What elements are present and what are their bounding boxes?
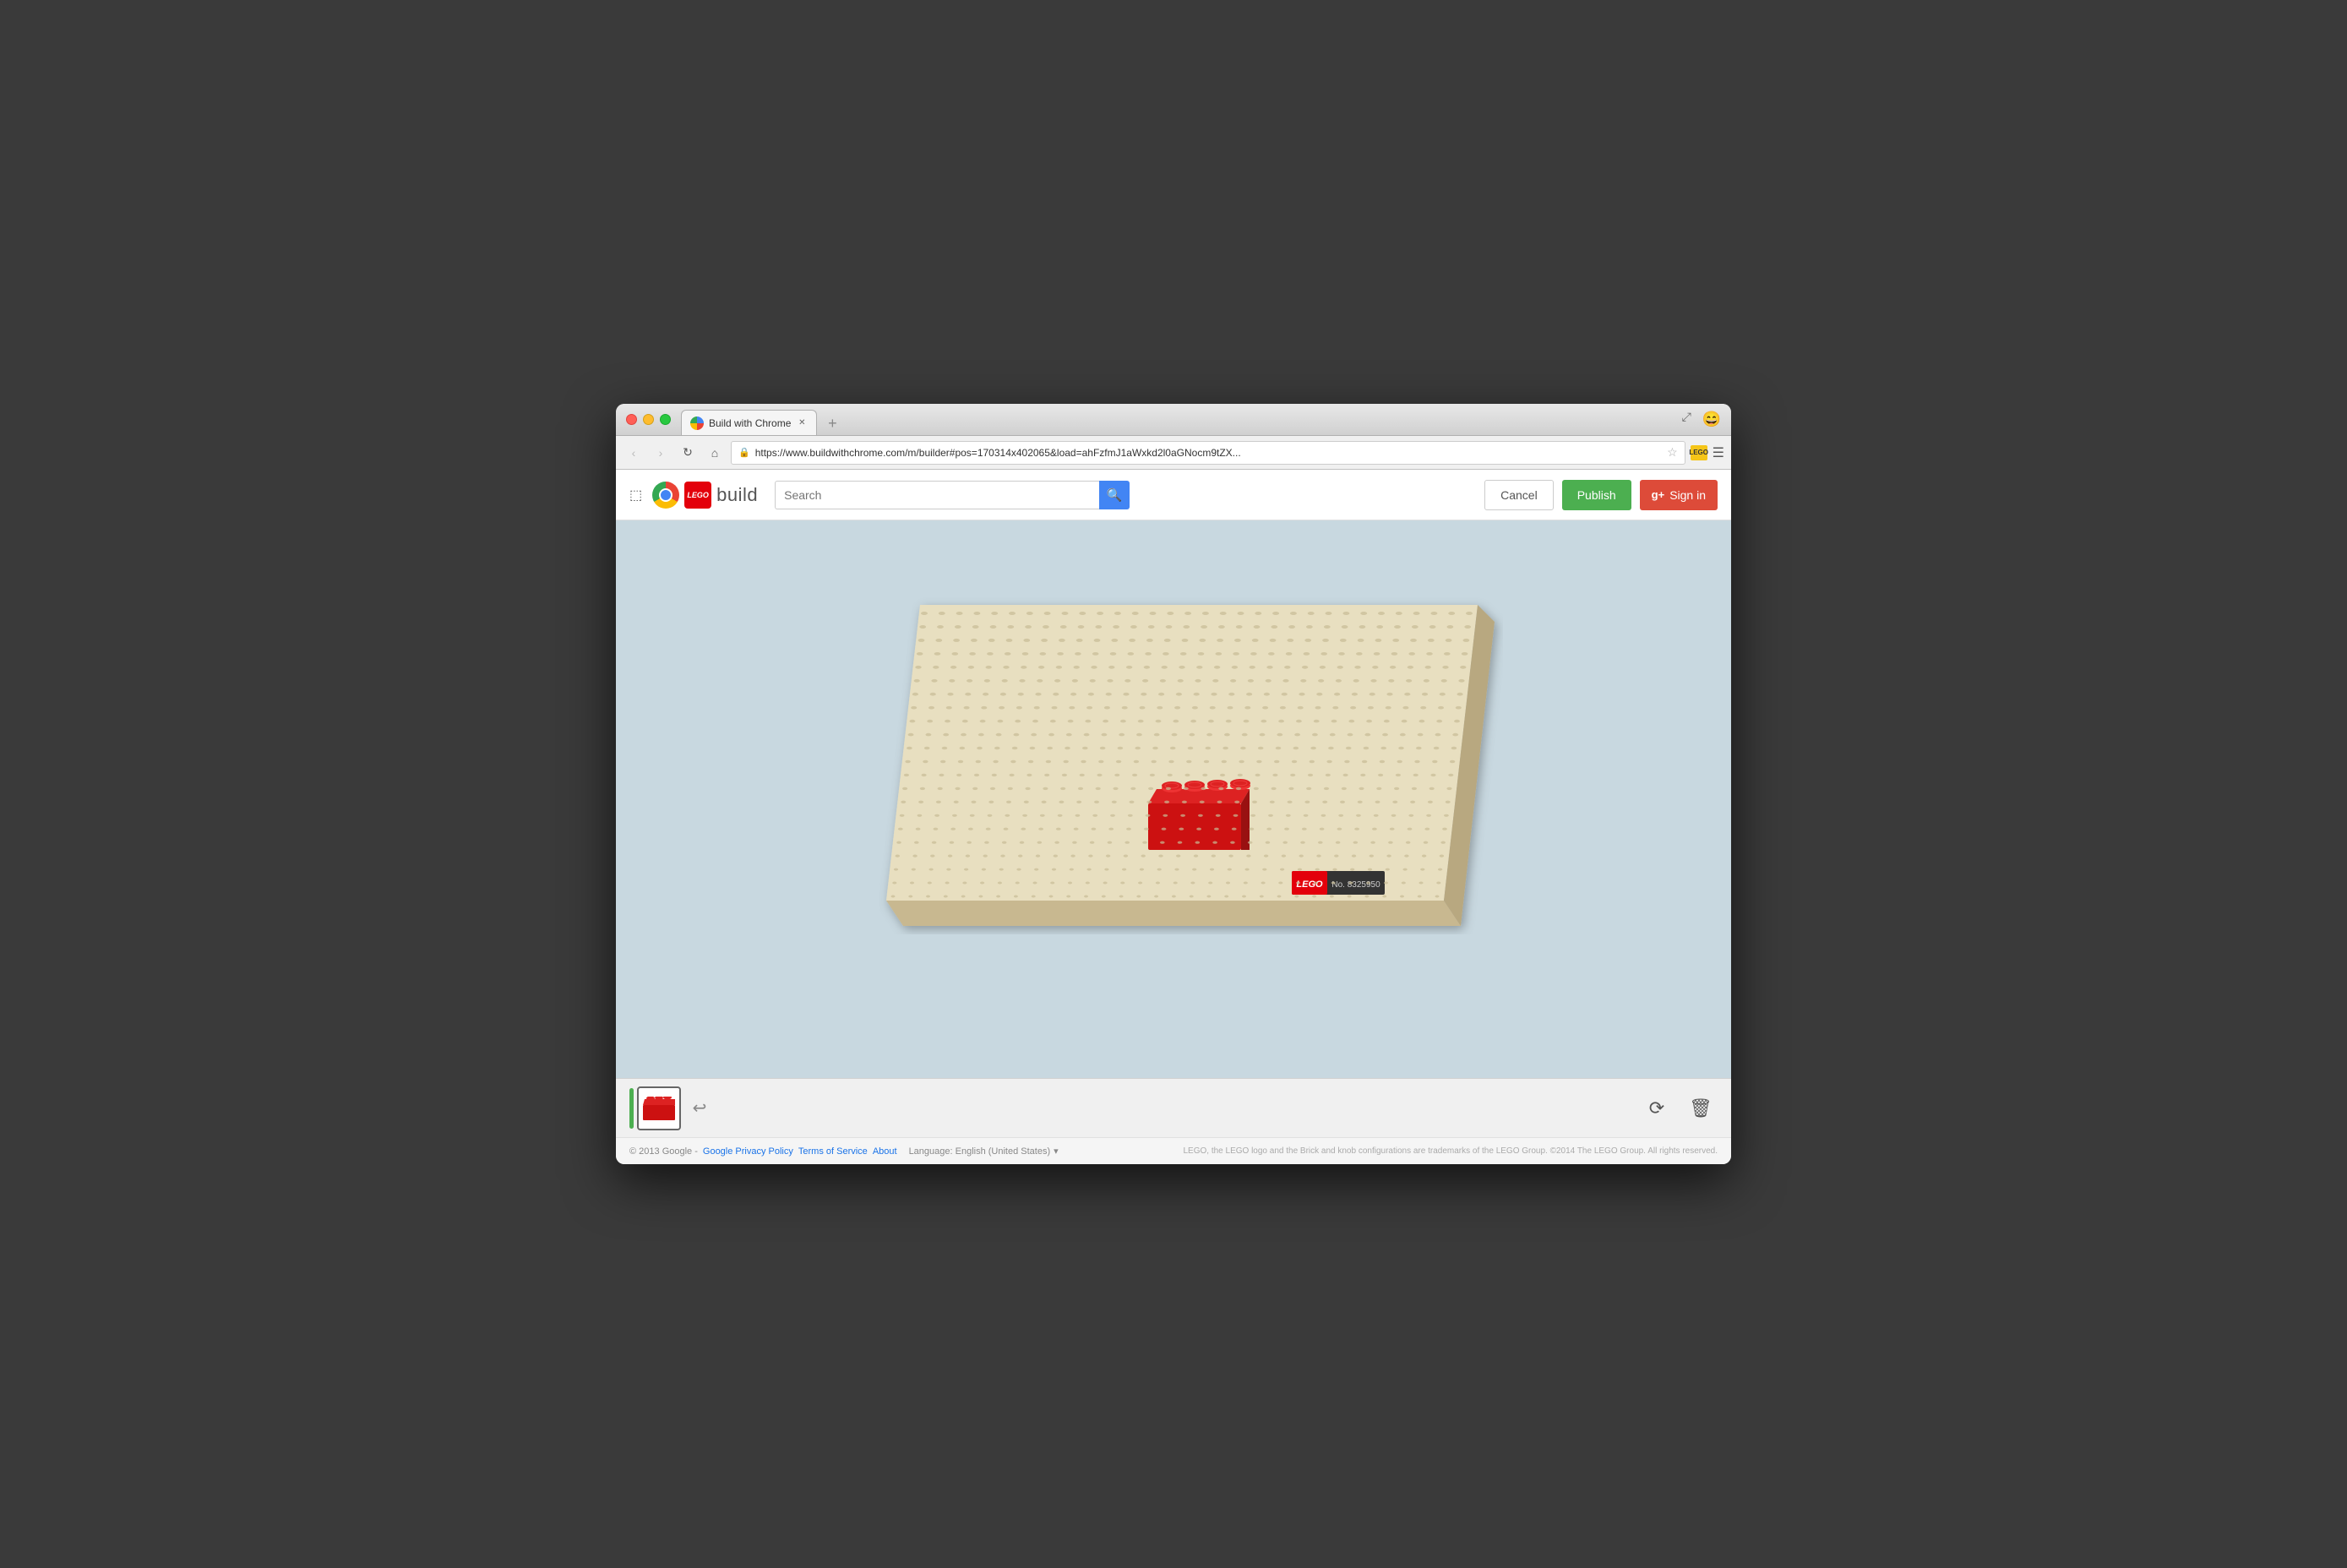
red-brick-thumbnail — [643, 1097, 675, 1120]
terms-link[interactable]: Terms of Service — [798, 1146, 868, 1157]
tab-close-icon[interactable]: ✕ — [796, 417, 808, 429]
search-input[interactable] — [775, 481, 1099, 509]
search-button[interactable]: 🔍 — [1099, 481, 1130, 509]
mac-window: Build with Chrome ✕ + ⤢ 😄 ‹ › ↻ ⌂ 🔒 http… — [616, 404, 1731, 1164]
bookmark-star-icon[interactable]: ☆ — [1667, 445, 1678, 460]
lego-logo: LEGO — [684, 482, 711, 509]
history-button[interactable]: ⟳ — [1640, 1092, 1674, 1125]
tab-favicon — [690, 416, 704, 430]
header-right: Cancel Publish g+ Sign in — [1484, 480, 1718, 510]
tab-label: Build with Chrome — [709, 417, 791, 429]
privacy-link[interactable]: Google Privacy Policy — [703, 1146, 793, 1157]
rotate-button[interactable]: ↩ — [684, 1093, 715, 1124]
ssl-icon: 🔒 — [738, 447, 750, 458]
red-lego-brick[interactable] — [1148, 779, 1250, 850]
lego-extension-icon[interactable]: LEGO — [1691, 445, 1707, 460]
trash-button[interactable]: 🗑 — [1684, 1092, 1718, 1125]
signin-label: Sign in — [1669, 488, 1706, 502]
signin-button[interactable]: g+ Sign in — [1640, 480, 1718, 510]
new-tab-button[interactable]: + — [820, 411, 844, 435]
forward-button[interactable]: › — [650, 442, 672, 464]
language-dropdown-icon: ▾ — [1054, 1146, 1059, 1157]
rotate-icon: ↩ — [693, 1097, 707, 1119]
app-header: ⬚ LEGO build 🔍 Cancel Publish g+ Sign in — [616, 470, 1731, 520]
share-icon[interactable]: ⬚ — [629, 487, 642, 504]
publish-button[interactable]: Publish — [1562, 480, 1631, 510]
baseplate-svg: /* dots rendered via polygon pattern */ — [869, 537, 1503, 934]
minimize-button[interactable] — [643, 414, 654, 425]
menu-icon[interactable]: ☰ — [1713, 444, 1724, 461]
expand-icon[interactable]: ⤢ — [1682, 411, 1694, 422]
gplus-icon: g+ — [1652, 488, 1665, 501]
language-text: Language: English (United States) — [909, 1146, 1051, 1157]
baseplate-container: /* dots rendered via polygon pattern */ — [869, 537, 1503, 934]
brick-palette: ↩ — [629, 1086, 715, 1130]
url-bar[interactable]: 🔒 https://www.buildwithchrome.com/m/buil… — [731, 441, 1685, 465]
active-tab[interactable]: Build with Chrome ✕ — [681, 410, 817, 435]
title-bar: Build with Chrome ✕ + ⤢ 😄 — [616, 404, 1731, 436]
baseplate-label: LEGO No. 8325950 — [1292, 871, 1385, 895]
app-title: build — [716, 484, 758, 506]
back-button[interactable]: ‹ — [623, 442, 645, 464]
toolbar-right: ⟳ 🗑 — [1640, 1092, 1718, 1125]
history-icon: ⟳ — [1649, 1097, 1664, 1119]
maximize-button[interactable] — [660, 414, 671, 425]
refresh-button[interactable]: ↻ — [677, 442, 699, 464]
svg-text:LEGO: LEGO — [1296, 879, 1323, 890]
url-text: https://www.buildwithchrome.com/m/builde… — [755, 447, 1662, 459]
close-button[interactable] — [626, 414, 637, 425]
address-bar: ‹ › ↻ ⌂ 🔒 https://www.buildwithchrome.co… — [616, 436, 1731, 470]
search-icon: 🔍 — [1107, 487, 1123, 503]
lego-trademark: LEGO, the LEGO logo and the Brick and kn… — [1183, 1146, 1718, 1156]
search-bar-area: 🔍 — [775, 481, 1130, 509]
cancel-button[interactable]: Cancel — [1484, 480, 1554, 510]
trash-icon: 🗑 — [1689, 1097, 1713, 1119]
window-controls: ⤢ 😄 — [1682, 411, 1721, 428]
home-button[interactable]: ⌂ — [704, 442, 726, 464]
copyright-text: © 2013 Google - — [629, 1146, 698, 1157]
about-link[interactable]: About — [873, 1146, 897, 1157]
brick-item-red[interactable] — [637, 1086, 681, 1130]
language-select[interactable]: Language: English (United States) ▾ — [909, 1146, 1059, 1157]
emoji-icon: 😄 — [1702, 411, 1721, 428]
footer: © 2013 Google - Google Privacy Policy Te… — [616, 1137, 1731, 1164]
svg-text:No. 8325950: No. 8325950 — [1331, 880, 1380, 890]
chrome-logo — [652, 482, 679, 509]
bottom-toolbar: ↩ ⟳ 🗑 — [616, 1078, 1731, 1137]
palette-indicator — [629, 1088, 634, 1129]
traffic-lights — [626, 414, 671, 425]
extension-icons: LEGO ☰ — [1691, 444, 1724, 461]
home-icon: ⌂ — [711, 446, 718, 460]
main-canvas[interactable]: /* dots rendered via polygon pattern */ — [616, 520, 1731, 1078]
refresh-icon: ↻ — [683, 445, 693, 460]
app-logo-area: LEGO build — [652, 482, 758, 509]
forward-icon: › — [659, 446, 663, 460]
tab-area: Build with Chrome ✕ + — [681, 404, 844, 435]
back-icon: ‹ — [632, 446, 636, 460]
